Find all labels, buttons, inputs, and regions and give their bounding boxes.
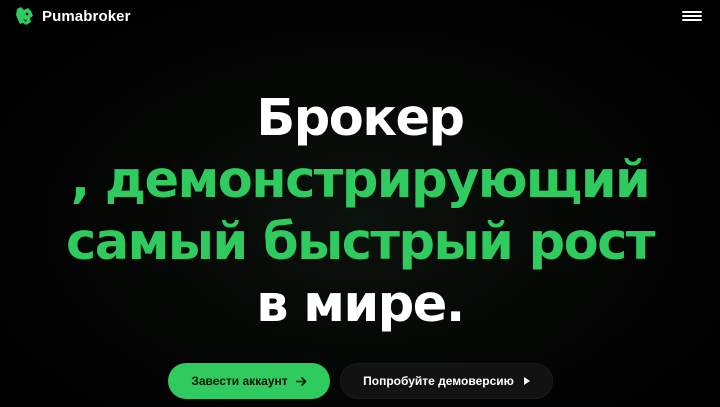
menu-bar-bottom xyxy=(682,19,702,21)
play-triangle-icon xyxy=(523,377,530,385)
hero-title-line-4: в мире. xyxy=(256,275,465,334)
hero-title: Брокер , демонстрирующий самый быстрый р… xyxy=(0,88,720,336)
try-demo-label: Попробуйте демоверсию xyxy=(363,374,514,388)
menu-bar-middle xyxy=(682,15,702,17)
brand-logo[interactable]: Pumabroker xyxy=(14,4,131,28)
open-account-label: Завести аккаунт xyxy=(191,374,288,388)
try-demo-button[interactable]: Попробуйте демоверсию xyxy=(340,363,553,399)
open-account-button[interactable]: Завести аккаунт xyxy=(168,363,330,399)
hero-title-line-3: самый быстрый рост xyxy=(66,213,655,272)
puma-head-icon xyxy=(14,5,36,27)
cta-row: Завести аккаунт Попробуйте демоверсию xyxy=(0,362,720,400)
site-header: Pumabroker xyxy=(0,0,720,34)
menu-bar-top xyxy=(682,11,702,13)
brand-name: Pumabroker xyxy=(42,7,131,25)
hamburger-menu-icon[interactable] xyxy=(680,8,704,24)
arrow-right-icon xyxy=(294,376,307,386)
hero-title-line-2: , демонстрирующий xyxy=(70,151,651,210)
hero-title-line-1: Брокер xyxy=(256,89,465,148)
